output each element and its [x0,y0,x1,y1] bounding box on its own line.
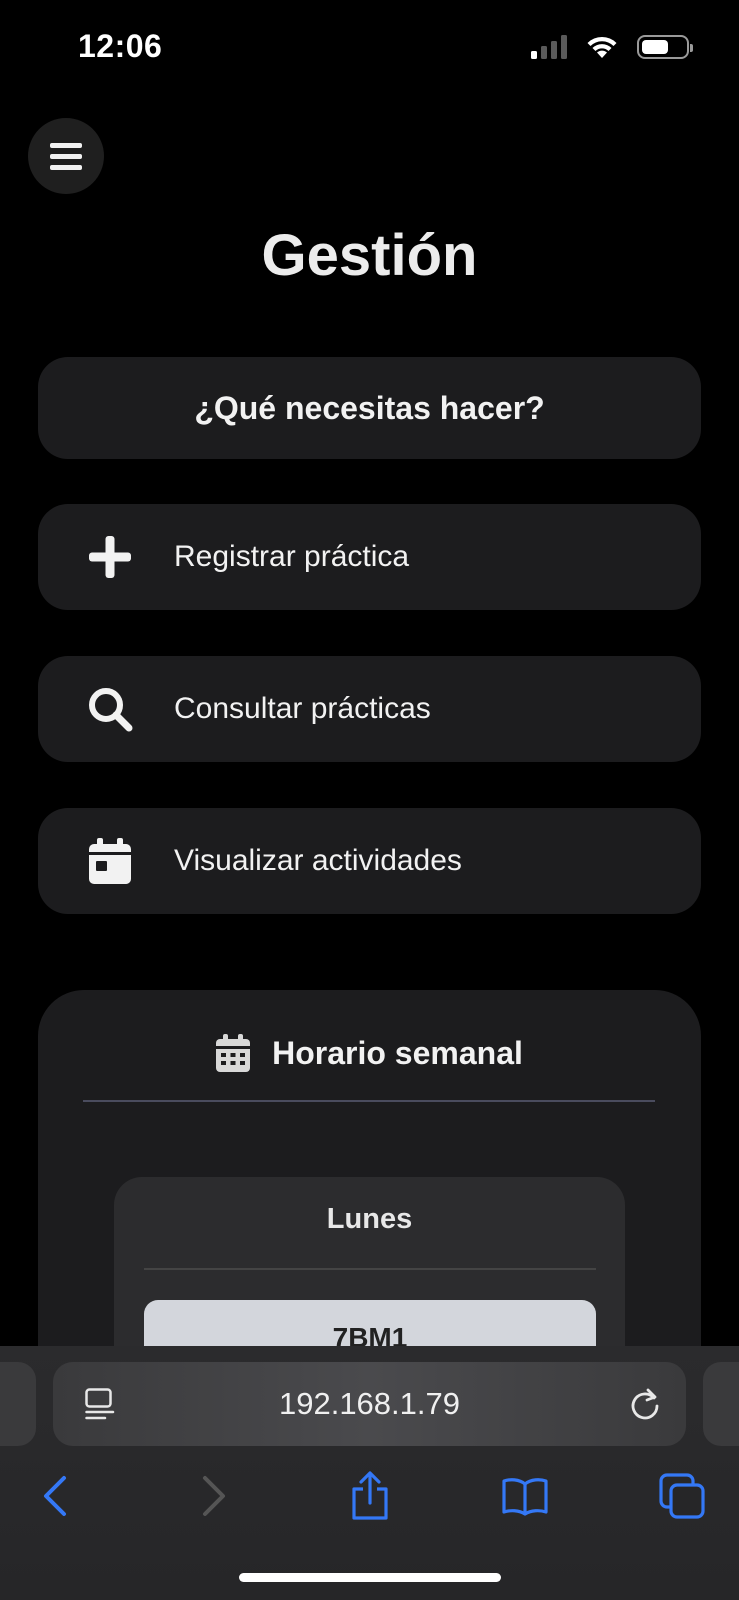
tabs-icon [659,1473,705,1519]
wifi-icon [587,36,617,58]
forward-button[interactable] [184,1466,244,1526]
register-practice-label: Registrar práctica [174,540,410,573]
divider [83,1100,655,1102]
cellular-signal-icon [531,35,567,59]
status-bar: 12:06 [0,0,739,100]
hamburger-menu-button[interactable] [28,118,104,194]
back-button[interactable] [25,1466,85,1526]
consult-practices-label: Consultar prácticas [174,692,431,725]
browser-bottom-bar: 192.168.1.79 [0,1346,739,1600]
calendar-grid-icon [216,1034,251,1072]
register-practice-button[interactable]: Registrar práctica [38,504,701,610]
divider [144,1268,596,1270]
plus-icon [76,536,144,578]
book-icon [502,1478,548,1516]
chevron-left-icon [44,1476,66,1516]
url-text: 192.168.1.79 [278,1386,460,1421]
browser-toolbar [0,1466,739,1536]
question-text: ¿Qué necesitas hacer? [194,389,545,426]
day-name: Lunes [326,1203,413,1235]
chevron-right-icon [203,1476,225,1516]
previous-tab-preview[interactable] [0,1362,36,1446]
menu-icon [50,142,82,148]
status-icons [531,34,693,60]
bookmarks-button[interactable] [495,1466,555,1526]
question-card: ¿Qué necesitas hacer? [38,357,701,459]
reload-icon[interactable] [628,1386,662,1422]
schedule-header: Horario semanal [38,1034,701,1072]
share-button[interactable] [340,1466,400,1526]
calendar-icon [76,838,144,884]
next-tab-preview[interactable] [703,1362,739,1446]
search-icon [76,686,144,732]
page-title: Gestión [261,223,478,288]
home-indicator[interactable] [239,1573,501,1582]
consult-practices-button[interactable]: Consultar prácticas [38,656,701,762]
view-activities-label: Visualizar actividades [174,844,462,877]
share-icon [352,1471,388,1520]
battery-icon [637,35,693,59]
view-activities-button[interactable]: Visualizar actividades [38,808,701,914]
tabs-button[interactable] [652,1466,712,1526]
status-time: 12:06 [78,28,163,64]
address-bar[interactable]: 192.168.1.79 [53,1362,686,1446]
schedule-title: Horario semanal [272,1034,523,1071]
